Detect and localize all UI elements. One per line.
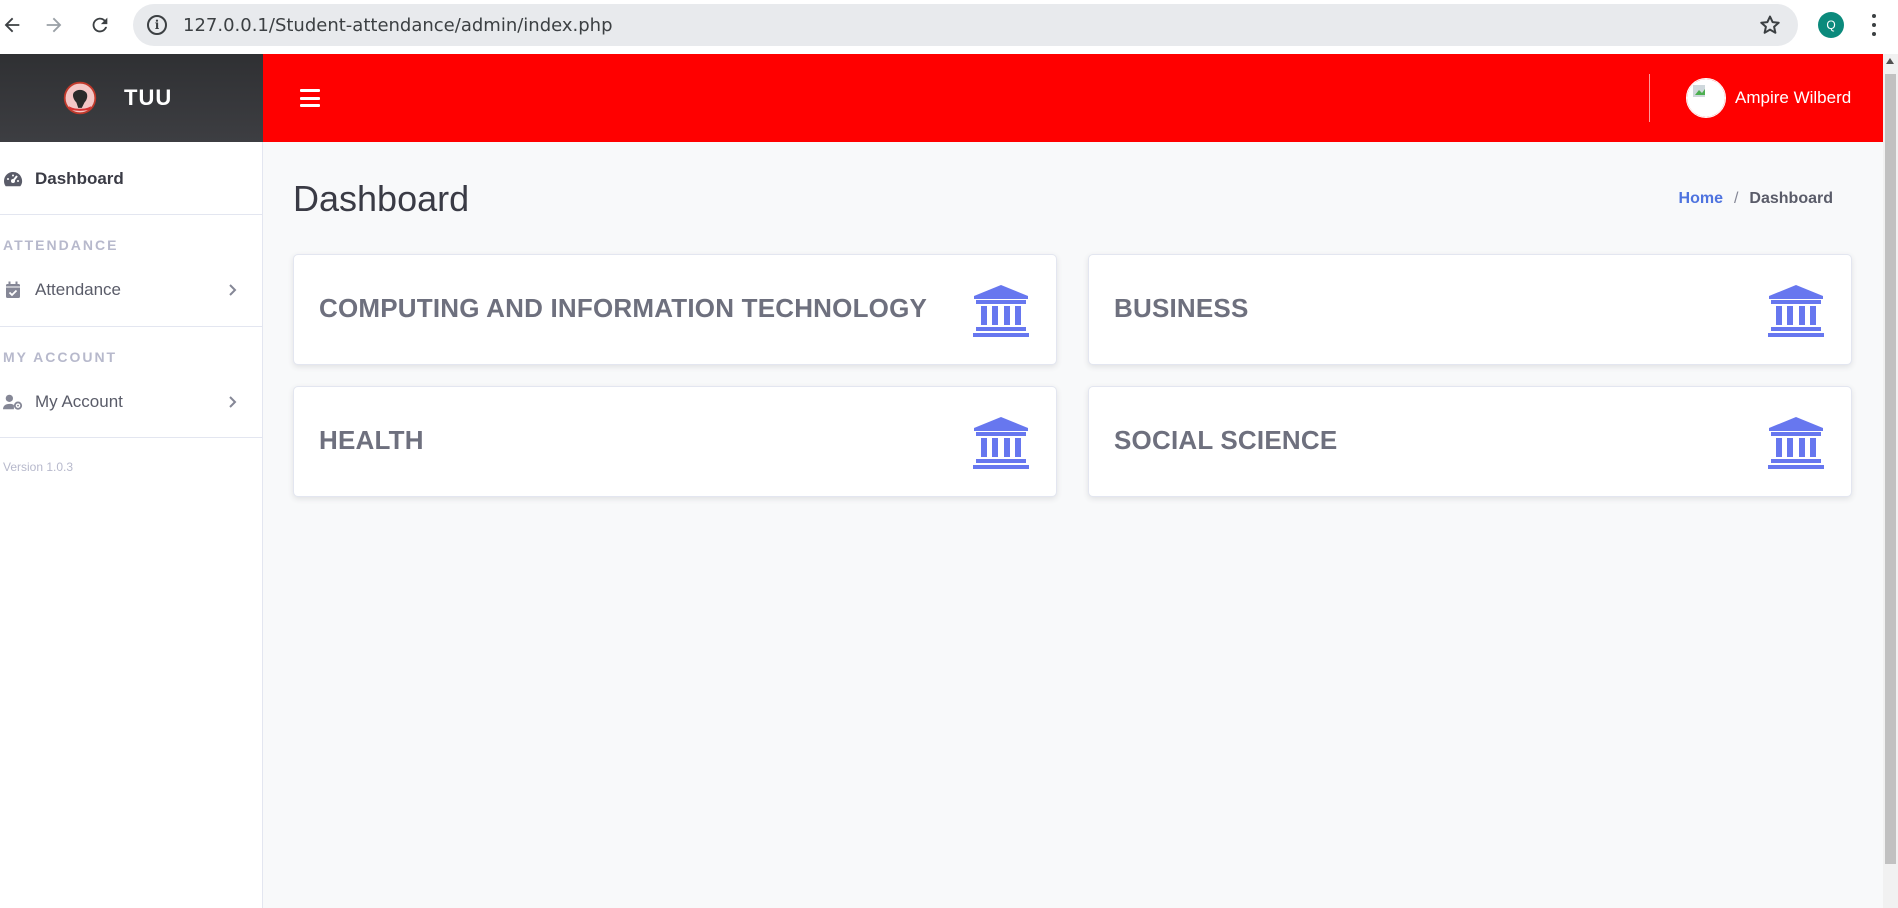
browser-toolbar: i 127.0.0.1/Student-attendance/admin/ind… [0, 0, 1898, 54]
faculty-card[interactable]: BUSINESS [1088, 254, 1852, 365]
scroll-up-arrow-icon[interactable] [1886, 58, 1894, 64]
site-info-icon[interactable]: i [147, 15, 167, 35]
browser-menu-icon[interactable] [1864, 12, 1884, 38]
topbar-divider [1649, 74, 1650, 122]
sidebar-item-label: Dashboard [35, 169, 124, 188]
version-text: Version 1.0.3 [3, 460, 74, 474]
broken-image-icon [1687, 79, 1725, 117]
sidebar-item-dashboard[interactable]: Dashboard [0, 164, 263, 194]
topbar: Ampire Wilberd [263, 54, 1883, 142]
card-title: SOCIAL SCIENCE [1114, 425, 1338, 455]
faculty-card[interactable]: SOCIAL SCIENCE [1088, 386, 1852, 497]
card-title: BUSINESS [1114, 293, 1249, 323]
sidebar-brand[interactable]: TUU [0, 54, 263, 142]
brand-logo-icon [63, 81, 97, 115]
card-title: HEALTH [319, 425, 424, 455]
sidebar-toggle-icon[interactable] [300, 89, 320, 107]
page-title: Dashboard [293, 178, 470, 219]
sidebar-item-my-account[interactable]: My Account [0, 387, 263, 417]
main-content: Dashboard Home / Dashboard COMPUTING AND… [263, 142, 1883, 908]
address-bar[interactable]: i 127.0.0.1/Student-attendance/admin/ind… [133, 4, 1798, 46]
sidebar-item-attendance[interactable]: Attendance [0, 275, 263, 305]
bookmark-star-icon[interactable] [1758, 13, 1782, 37]
scroll-thumb[interactable] [1885, 74, 1896, 864]
sidebar-divider [0, 437, 263, 438]
reload-icon [92, 17, 108, 33]
page-scrollbar[interactable] [1883, 54, 1898, 908]
sidebar-divider [0, 326, 263, 327]
sidebar-heading-account: MY ACCOUNT [3, 349, 118, 365]
card-title: COMPUTING AND INFORMATION TECHNOLOGY [319, 293, 928, 323]
university-icon [1768, 417, 1824, 469]
back-button[interactable] [0, 5, 32, 45]
sidebar-item-label: Attendance [35, 280, 122, 299]
forward-button[interactable] [34, 5, 74, 45]
university-icon [973, 417, 1029, 469]
university-icon [973, 285, 1029, 337]
user-cog-icon [3, 394, 23, 410]
university-icon [1768, 285, 1824, 337]
browser-profile-avatar[interactable]: Q [1818, 12, 1844, 38]
url-text: 127.0.0.1/Student-attendance/admin/index… [183, 14, 613, 36]
breadcrumb-separator: / [1733, 190, 1739, 207]
user-avatar[interactable] [1686, 78, 1726, 118]
breadcrumb-current: Dashboard [1749, 190, 1833, 207]
faculty-card[interactable]: HEALTH [293, 386, 1057, 497]
arrow-left-icon [4, 17, 20, 33]
chevron-right-icon [229, 284, 237, 296]
arrow-right-icon [46, 17, 62, 33]
sidebar-item-label: My Account [35, 392, 123, 411]
sidebar-heading-attendance: ATTENDANCE [3, 237, 119, 253]
breadcrumb-home-link[interactable]: Home [1679, 190, 1723, 208]
tachometer-icon [4, 171, 23, 187]
sidebar-divider [0, 214, 263, 215]
sidebar: Dashboard ATTENDANCE Attendance MY ACCOU… [0, 142, 263, 908]
calendar-check-icon [6, 281, 20, 298]
brand-name: TUU [124, 85, 173, 110]
reload-button[interactable] [80, 5, 120, 45]
chevron-right-icon [229, 396, 237, 408]
breadcrumb: Home / Dashboard [1679, 190, 1833, 208]
faculty-card[interactable]: COMPUTING AND INFORMATION TECHNOLOGY [293, 254, 1057, 365]
user-name[interactable]: Ampire Wilberd [1735, 88, 1851, 108]
